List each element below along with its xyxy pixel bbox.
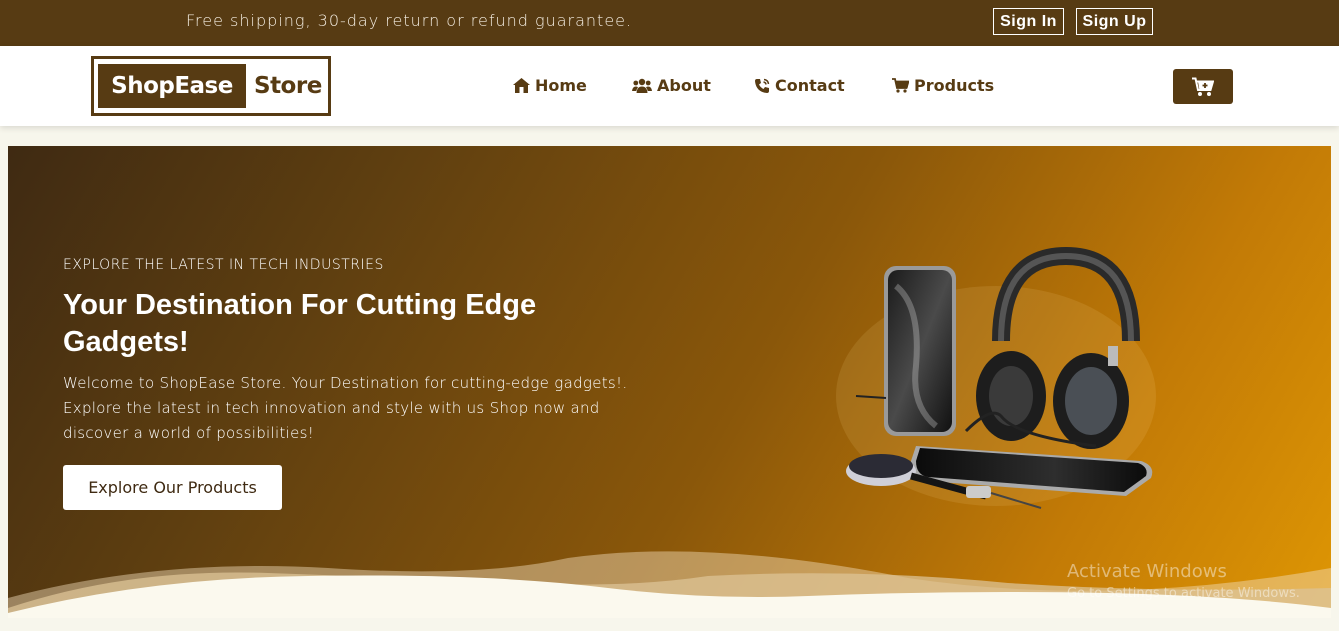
nav-contact-link[interactable]: Contact: [754, 76, 845, 95]
nav-contact-label: Contact: [775, 76, 845, 95]
windows-activation-watermark: Activate Windows Go to Settings to activ…: [1067, 561, 1300, 601]
nav-about-link[interactable]: About: [632, 76, 711, 95]
cart-plus-icon: [1192, 77, 1214, 96]
watermark-title: Activate Windows: [1067, 561, 1227, 582]
nav-home-link[interactable]: Home: [513, 76, 587, 95]
explore-products-button[interactable]: Explore Our Products: [63, 465, 282, 510]
announcement-bar: Free shipping, 30-day return or refund g…: [0, 0, 1339, 46]
nav-about-label: About: [657, 76, 711, 95]
cart-icon: [892, 78, 909, 93]
hero-banner: EXPLORE THE LATEST IN TECH INDUSTRIES Yo…: [8, 146, 1331, 618]
nav-products-label: Products: [914, 76, 995, 95]
logo-sub-text: Store: [254, 73, 322, 99]
nav-products-link[interactable]: Products: [892, 76, 994, 95]
home-icon: [513, 78, 530, 93]
gadgets-image: [836, 246, 1156, 509]
promo-text: Free shipping, 30-day return or refund g…: [186, 11, 633, 30]
cart-button[interactable]: [1173, 69, 1233, 104]
users-icon: [632, 78, 652, 93]
hero-eyebrow: EXPLORE THE LATEST IN TECH INDUSTRIES: [63, 257, 384, 273]
sign-in-button[interactable]: Sign In: [993, 8, 1064, 35]
watermark-subtitle: Go to Settings to activate Windows.: [1067, 586, 1300, 601]
sign-up-button[interactable]: Sign Up: [1076, 8, 1153, 35]
hero-headline: Your Destination For Cutting Edge Gadget…: [63, 289, 537, 358]
logo-main-text: ShopEase: [98, 64, 246, 108]
logo[interactable]: ShopEase Store: [91, 56, 331, 116]
main-navbar: ShopEase Store Home About Contact Produc…: [0, 46, 1339, 126]
hero-description: Welcome to ShopEase Store. Your Destinat…: [63, 374, 628, 442]
nav-home-label: Home: [535, 76, 587, 95]
phone-icon: [755, 78, 770, 93]
